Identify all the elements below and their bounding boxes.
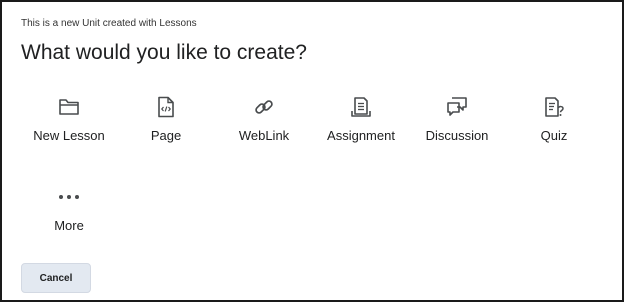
assignment-icon: [348, 94, 374, 120]
option-label: More: [54, 218, 84, 233]
discussion-icon: [444, 94, 470, 120]
option-label: Page: [150, 128, 182, 143]
code-file-icon: [153, 94, 179, 120]
option-label: WebLink: [238, 128, 290, 143]
option-label: Assignment: [327, 128, 395, 143]
option-label: Discussion: [425, 128, 489, 143]
option-weblink[interactable]: WebLink: [218, 92, 310, 152]
dialog-subtitle: This is a new Unit created with Lessons: [21, 18, 197, 29]
cancel-button[interactable]: Cancel: [21, 263, 91, 293]
option-new-lesson[interactable]: New Lesson: [23, 92, 115, 152]
option-page[interactable]: Page: [120, 92, 212, 152]
option-more[interactable]: More: [23, 182, 115, 242]
option-label: Quiz: [540, 128, 568, 143]
option-discussion[interactable]: Discussion: [411, 92, 503, 152]
dialog-title: What would you like to create?: [21, 41, 307, 64]
folder-icon: [56, 94, 82, 120]
option-quiz[interactable]: Quiz: [508, 92, 600, 152]
more-dots-icon: [56, 184, 82, 210]
create-dialog: This is a new Unit created with Lessons …: [0, 0, 624, 302]
option-assignment[interactable]: Assignment: [315, 92, 407, 152]
link-icon: [251, 94, 277, 120]
quiz-icon: [541, 94, 567, 120]
option-label: New Lesson: [33, 128, 105, 143]
